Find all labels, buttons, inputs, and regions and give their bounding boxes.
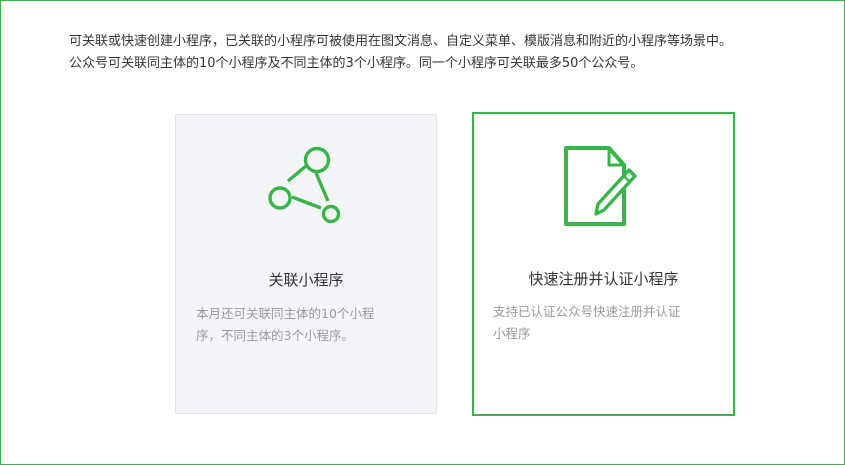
intro-line-1: 可关联或快速创建小程序，已关联的小程序可被使用在图文消息、自定义菜单、模版消息和… [69,34,733,49]
card-description-line: 序，不同主体的3个小程序。 [196,328,354,343]
card-description-line: 支持已认证公众号快速注册并认证 [493,304,681,319]
network-graph-icon [268,146,341,224]
mini-program-panel: 可关联或快速创建小程序，已关联的小程序可被使用在图文消息、自定义菜单、模版消息和… [0,0,845,465]
intro-line-2: 公众号可关联同主体的10个小程序及不同主体的3个小程序。同一个小程序可关联最多5… [69,56,644,71]
card-title: 快速注册并认证小程序 [528,270,679,288]
card-description: 本月还可关联同主体的10个小程 序，不同主体的3个小程序。 [196,303,411,347]
intro-text: 可关联或快速创建小程序，已关联的小程序可被使用在图文消息、自定义菜单、模版消息和… [69,31,809,75]
card-description: 支持已认证公众号快速注册并认证 小程序 [493,301,713,345]
document-pen-icon [564,146,637,226]
quick-register-mini-program-card[interactable]: 快速注册并认证小程序 支持已认证公众号快速注册并认证 小程序 [472,112,735,416]
card-title: 关联小程序 [268,271,344,289]
card-description-line: 本月还可关联同主体的10个小程 [196,306,375,321]
card-description-line: 小程序 [493,326,531,341]
link-mini-program-card[interactable]: 关联小程序 本月还可关联同主体的10个小程 序，不同主体的3个小程序。 [175,114,437,414]
